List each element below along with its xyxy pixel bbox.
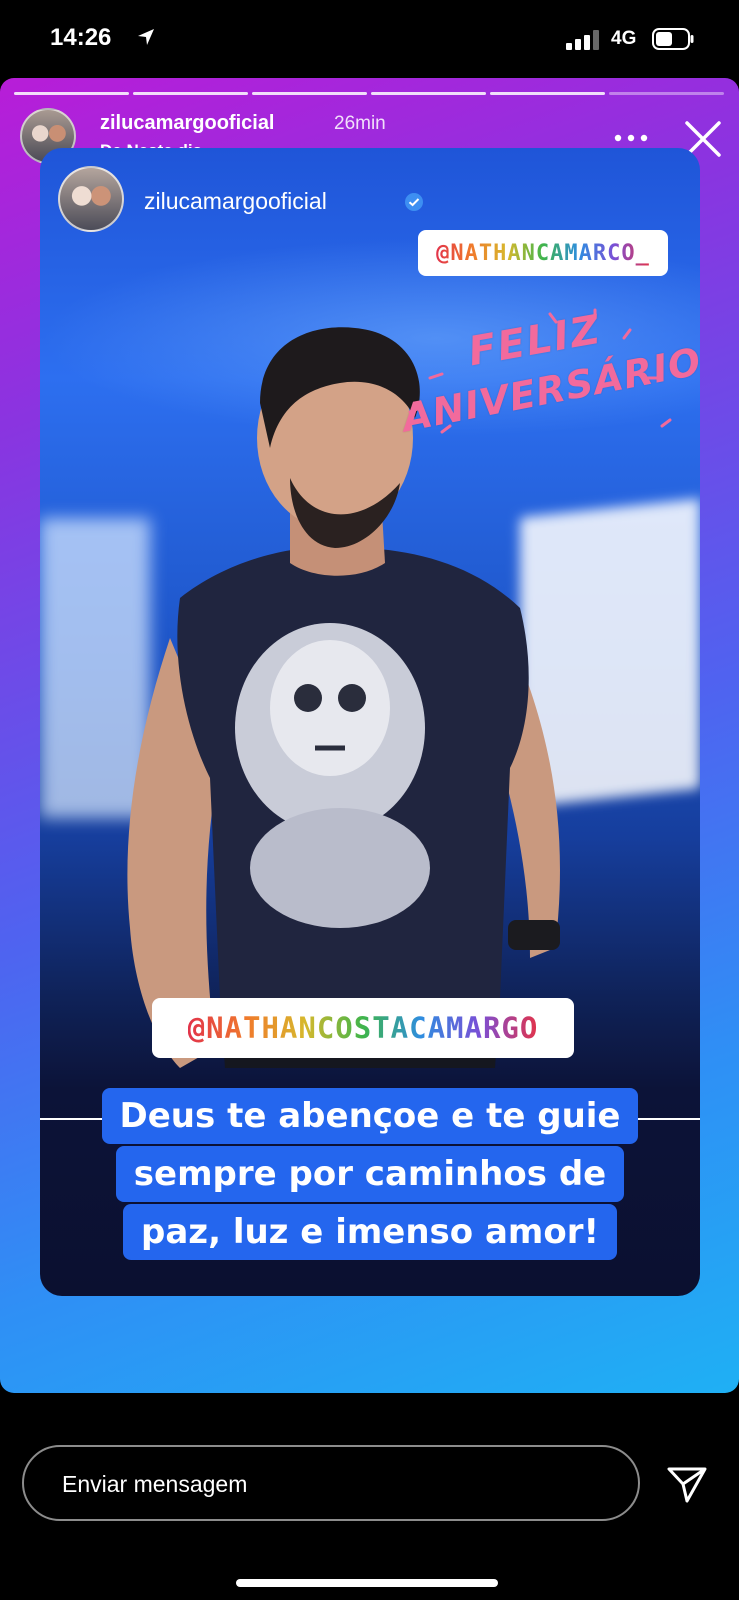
status-bar: 14:26 4G (0, 0, 739, 80)
progress-segment (371, 92, 486, 95)
post-author-username[interactable]: zilucamargooficial (144, 188, 327, 215)
message-placeholder: Enviar mensagem (62, 1471, 248, 1497)
caption-text: Deus te abençoe e te guie sempre por cam… (70, 1088, 670, 1262)
message-input[interactable]: Enviar mensagem (22, 1445, 640, 1521)
status-time: 14:26 (50, 24, 112, 51)
story-viewer[interactable]: zilucamargooficial 26min De Neste dia (0, 78, 739, 1393)
reply-bar: Enviar mensagem (0, 1393, 739, 1600)
progress-segment (14, 92, 129, 95)
battery-icon (652, 28, 694, 50)
signal-icon (566, 30, 599, 50)
home-indicator[interactable] (236, 1579, 498, 1587)
progress-segment (252, 92, 367, 95)
network-type: 4G (611, 28, 637, 49)
verified-icon (405, 193, 423, 211)
caption-line: Deus te abençoe e te guie (101, 1088, 639, 1144)
story-progress-bar (14, 92, 724, 96)
mention-sticker-text: @NATHANCAMARCO_ (436, 240, 650, 266)
story-time-ago: 26min (334, 113, 386, 134)
send-icon[interactable] (666, 1465, 708, 1505)
story-author-username[interactable]: zilucamargooficial (100, 112, 275, 135)
birthday-sticker: FELIZ ANIVERSÁRIO! (390, 307, 700, 458)
caption-line: paz, luz e imenso amor! (123, 1204, 617, 1260)
progress-segment (609, 92, 724, 95)
mention-sticker[interactable]: @NATHANCAMARCO_ (418, 230, 668, 276)
location-arrow-icon (138, 29, 154, 45)
mention-sticker[interactable]: @NATHANCOSTACAMARGO (152, 998, 574, 1058)
confetti-decoration (408, 308, 672, 434)
progress-segment (490, 92, 605, 95)
more-icon[interactable] (612, 130, 650, 146)
mention-sticker-text: @NATHANCOSTACAMARGO (187, 1011, 539, 1045)
shared-post-card[interactable]: zilucamargooficial @NATHANCAMARCO_ FELIZ… (40, 148, 700, 1296)
post-author-avatar[interactable] (58, 166, 124, 232)
progress-segment (133, 92, 248, 95)
caption-line: sempre por caminhos de (115, 1146, 625, 1202)
